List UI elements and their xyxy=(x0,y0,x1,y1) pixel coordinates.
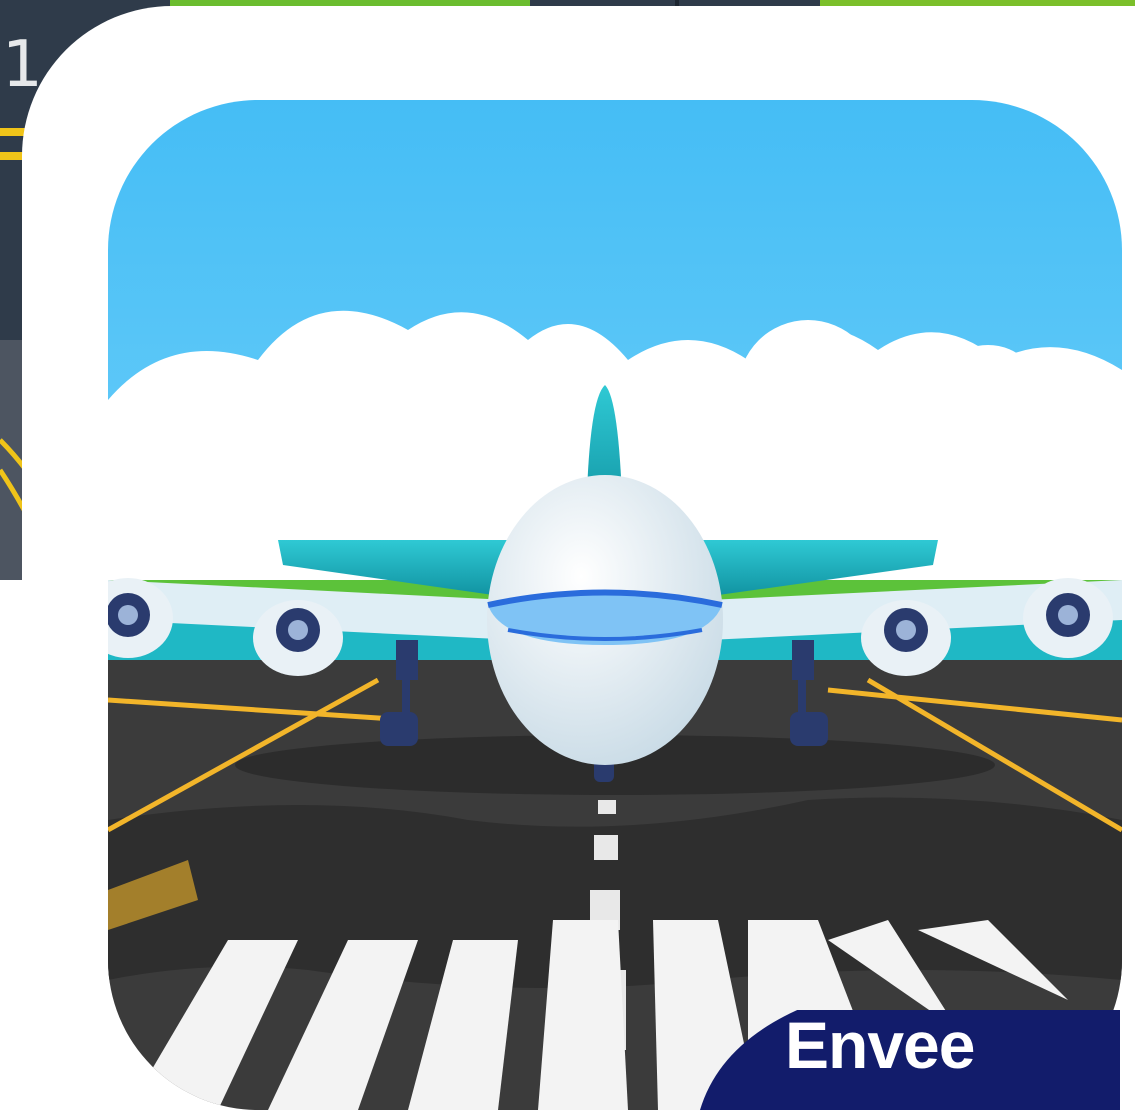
airplane-artwork xyxy=(108,100,1122,1110)
brand-label: Envee xyxy=(785,1008,975,1082)
app-icon xyxy=(108,100,1122,1110)
background-level-number: 1 xyxy=(2,28,43,102)
